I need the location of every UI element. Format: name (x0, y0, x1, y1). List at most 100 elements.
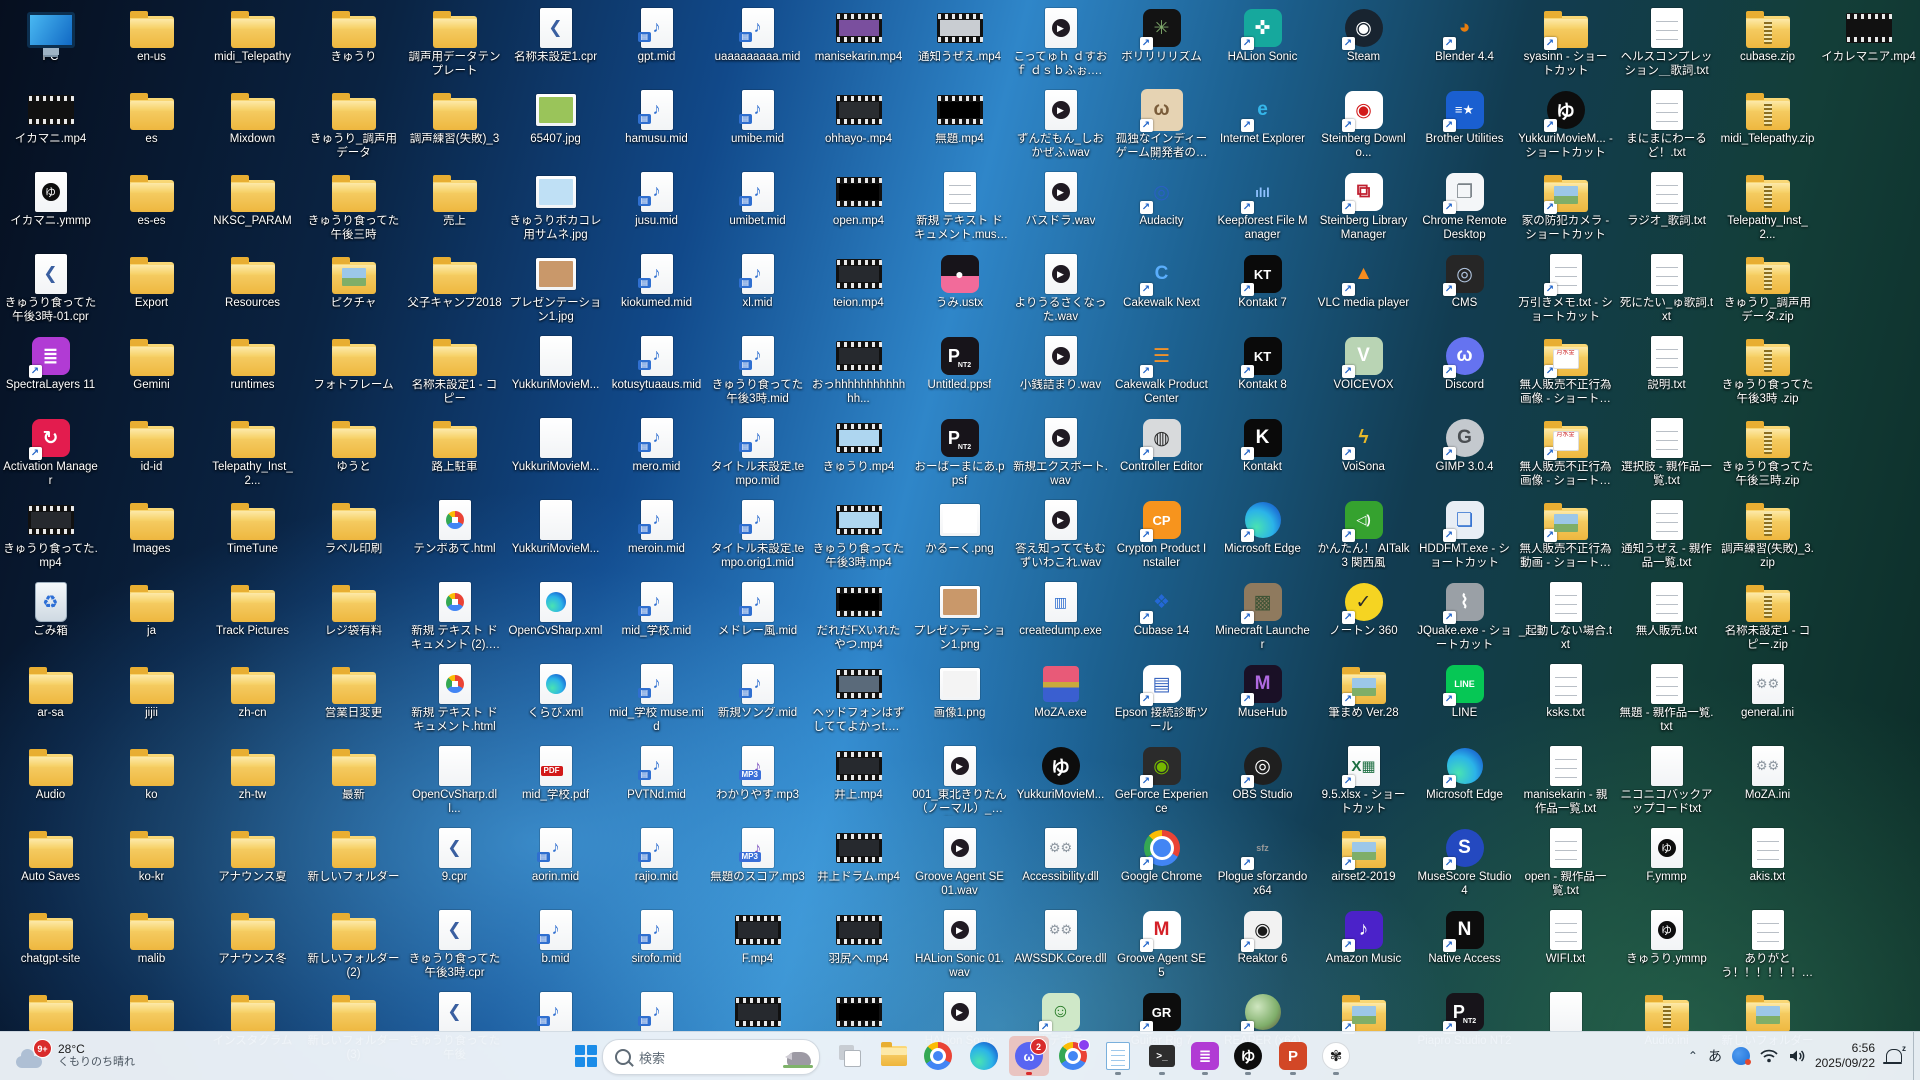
desktop-icon[interactable]: C ↗ Cakewalk Next (1114, 252, 1209, 332)
desktop-icon[interactable]: V ↗ VOICEVOX (1316, 334, 1411, 414)
notification-bell-icon[interactable]: z (1879, 1038, 1909, 1074)
desktop-icon[interactable]: ⚙⚙ MoZA.ini (1720, 744, 1815, 824)
desktop-icon[interactable]: N ↗ Native Access (1417, 908, 1512, 988)
desktop-icon[interactable]: M ↗ MuseHub (1215, 662, 1310, 742)
desktop-icon[interactable]: Images (104, 498, 199, 578)
taskbar-app-chrome-profile[interactable] (1053, 1036, 1093, 1076)
desktop-icon[interactable]: ♪ ▤ タイトル未設定.tempo.mid (710, 416, 805, 496)
desktop-icon[interactable]: ❮ きゅうり食ってた午後3時.cpr (407, 908, 502, 988)
taskbar-weather-widget[interactable]: 9+ 28°C くもりのち晴れ (10, 1036, 141, 1076)
desktop-icon[interactable]: ♪ ▤ rajio.mid (609, 826, 704, 906)
desktop-icon[interactable]: open - 親作品一覧.txt (1518, 826, 1613, 906)
desktop-icon[interactable]: jijii (104, 662, 199, 742)
desktop-icon[interactable]: 井上ドラム.mp4 (811, 826, 906, 906)
desktop-icon[interactable]: ↗無人販売不正行為動画 - ショートカット (1518, 498, 1613, 578)
desktop-icon[interactable]: Audio (3, 744, 98, 824)
desktop-icon[interactable]: OpenCvSharp.xml (508, 580, 603, 660)
desktop-icon[interactable]: en-us (104, 6, 199, 86)
desktop-icon[interactable]: ↻ ↗ Activation Manager (3, 416, 98, 496)
desktop-icon[interactable]: 新規 テキスト ドキュメント.html (407, 662, 502, 742)
volume-icon[interactable] (1783, 1038, 1811, 1074)
desktop-icon[interactable]: ♪ ▤ mid_学校.mid (609, 580, 704, 660)
desktop-icon[interactable]: id-id (104, 416, 199, 496)
desktop-icon[interactable]: ▶ ずんだもん_しおかぜふ.wav (1013, 88, 1108, 168)
desktop-icon[interactable]: YukkuriMovieM... (508, 334, 603, 414)
desktop-icon[interactable]: ♪ MP3 わかりやす.mp3 (710, 744, 805, 824)
desktop-icon[interactable]: 調声練習(失敗)_3.zip (1720, 498, 1815, 578)
desktop-icon[interactable]: 画像1.png (912, 662, 1007, 742)
taskbar-app-task-view[interactable] (830, 1036, 870, 1076)
desktop-icon[interactable]: ▥ createdump.exe (1013, 580, 1108, 660)
desktop-icon[interactable]: ♪ ▤ きゅうり食ってた午後3時.mid (710, 334, 805, 414)
desktop-icon[interactable]: ◎ ↗ CMS (1417, 252, 1512, 332)
desktop-icon[interactable]: ♪ ▤ umibet.mid (710, 170, 805, 250)
taskbar-app-notepad[interactable] (1098, 1036, 1138, 1076)
desktop-icon[interactable]: ♪ ▤ b.mid (508, 908, 603, 988)
taskbar-app-spectralayers[interactable]: ≣ (1185, 1036, 1225, 1076)
desktop-icon[interactable]: ◎ ↗ OBS Studio (1215, 744, 1310, 824)
desktop-icon[interactable]: ♪ ▤ gpt.mid (609, 6, 704, 86)
desktop-icon[interactable]: ♪ ▤ PVTNd.mid (609, 744, 704, 824)
desktop-icon[interactable]: es (104, 88, 199, 168)
desktop-icon[interactable]: ♪ ▤ タイトル未設定.tempo.orig1.mid (710, 498, 805, 578)
desktop-icon[interactable]: P NT2 Untitled.ppsf (912, 334, 1007, 414)
taskbar-app-chrome[interactable] (918, 1036, 958, 1076)
desktop-icon[interactable]: ヘッドフォンはずしててよかっt.mp4 (811, 662, 906, 742)
desktop-icon[interactable]: ゆきゅうり.ymmp (1619, 908, 1714, 988)
taskbar-app-powerpoint[interactable]: P (1273, 1036, 1313, 1076)
desktop-icon[interactable]: WIFI.txt (1518, 908, 1613, 988)
desktop-icon[interactable]: 路上駐車 (407, 416, 502, 496)
desktop-icon[interactable]: midi_Telepathy (205, 6, 300, 86)
desktop-icon[interactable]: ω ↗ Discord (1417, 334, 1512, 414)
desktop-icon[interactable]: LINE ↗ LINE (1417, 662, 1512, 742)
desktop-icon[interactable]: 無人販売.txt (1619, 580, 1714, 660)
desktop-icon[interactable]: 65407.jpg (508, 88, 603, 168)
desktop-icon[interactable]: ♪ ▤ hamusu.mid (609, 88, 704, 168)
taskbar-app-yukkurimoviemaker[interactable]: ゆ (1228, 1036, 1268, 1076)
desktop-icon[interactable]: ⚙⚙ AWSSDK.Core.dll (1013, 908, 1108, 988)
desktop-icon[interactable]: ゆ F.ymmp (1619, 826, 1714, 906)
desktop-icon[interactable]: ♪ ▤ mid_学校 muse.mid (609, 662, 704, 742)
desktop-icon[interactable]: ◍ ↗ Controller Editor (1114, 416, 1209, 496)
desktop-icon[interactable]: ↗ 万引きメモ.txt - ショートカット (1518, 252, 1613, 332)
desktop-icon[interactable]: プレゼンテーション1.jpg (508, 252, 603, 332)
desktop-icon[interactable]: 井上.mp4 (811, 744, 906, 824)
desktop-icon[interactable]: ♪ ▤ kotusytuaaus.mid (609, 334, 704, 414)
desktop-icon[interactable]: ↗ Microsoft Edge (1215, 498, 1310, 578)
desktop-icon[interactable]: アナウンス冬 (205, 908, 300, 988)
desktop-icon[interactable]: Telepathy_Inst_2... (205, 416, 300, 496)
tray-app-icon[interactable] (1727, 1038, 1755, 1074)
desktop-icon[interactable]: cubase.zip (1720, 6, 1815, 86)
desktop-icon[interactable]: プレゼンテーション1.png (912, 580, 1007, 660)
desktop-icon[interactable]: manisekarin.mp4 (811, 6, 906, 86)
desktop-icon[interactable]: ▩ ↗ Minecraft Launcher (1215, 580, 1310, 660)
desktop-icon[interactable]: きゅうり_調声用データ.zip (1720, 252, 1815, 332)
desktop-icon[interactable]: ゆ ↗ YukkuriMovieM... - ショートカット (1518, 88, 1613, 168)
desktop-icon[interactable]: 新規 テキスト ドキュメント (2).html (407, 580, 502, 660)
desktop-icon[interactable]: ◁) ↗ かんたん！ AITalk 3 関西風 (1316, 498, 1411, 578)
desktop-icon[interactable]: zh-tw (205, 744, 300, 824)
desktop-icon[interactable]: ❮ 名称未設定1.cpr (508, 6, 603, 86)
desktop-icon[interactable]: ♪ ▤ メドレー風.mid (710, 580, 805, 660)
desktop-icon[interactable]: Auto Saves (3, 826, 98, 906)
desktop-icon[interactable]: ♪ ▤ uaaaaaaaaa.mid (710, 6, 805, 86)
desktop-icon[interactable]: きゅうり食ってた.mp4 (3, 498, 98, 578)
taskbar-app-file-explorer[interactable] (874, 1036, 914, 1076)
desktop-icon[interactable]: ϟ ↗ VoiSona (1316, 416, 1411, 496)
desktop-icon[interactable]: ゆイカマニ.ymmp (3, 170, 98, 250)
desktop-icon[interactable]: ↗ 家の防犯カメラ - ショートカット (1518, 170, 1613, 250)
tray-overflow-chevron-icon[interactable]: ⌃ (1683, 1038, 1703, 1074)
desktop-icon[interactable]: きゅうり_調声用データ (306, 88, 401, 168)
desktop-icon[interactable]: ♪ ▤ xl.mid (710, 252, 805, 332)
desktop-icon[interactable]: es-es (104, 170, 199, 250)
desktop-icon[interactable]: 名称未設定1 - コピー (407, 334, 502, 414)
desktop-icon[interactable]: ▶ 答え知っててもむずいわこれ.wav (1013, 498, 1108, 578)
desktop-icon[interactable]: ▶001_東北きりたん（ノーマル）_今じゃ... (912, 744, 1007, 824)
desktop-icon[interactable]: ◉ ↗ Steam (1316, 6, 1411, 86)
desktop-icon[interactable]: 通知うぜえ.mp4 (912, 6, 1007, 86)
desktop-icon[interactable]: 名称未設定1 - コピー.zip (1720, 580, 1815, 660)
desktop-icon[interactable]: 調声用データテンプレート (407, 6, 502, 86)
desktop-icon[interactable]: ↗ Google Chrome (1114, 826, 1209, 906)
desktop-icon[interactable]: ❏ ↗ HDDFMT.exe - ショートカット (1417, 498, 1512, 578)
desktop-icon[interactable]: ⚙⚙ Accessibility.dll (1013, 826, 1108, 906)
